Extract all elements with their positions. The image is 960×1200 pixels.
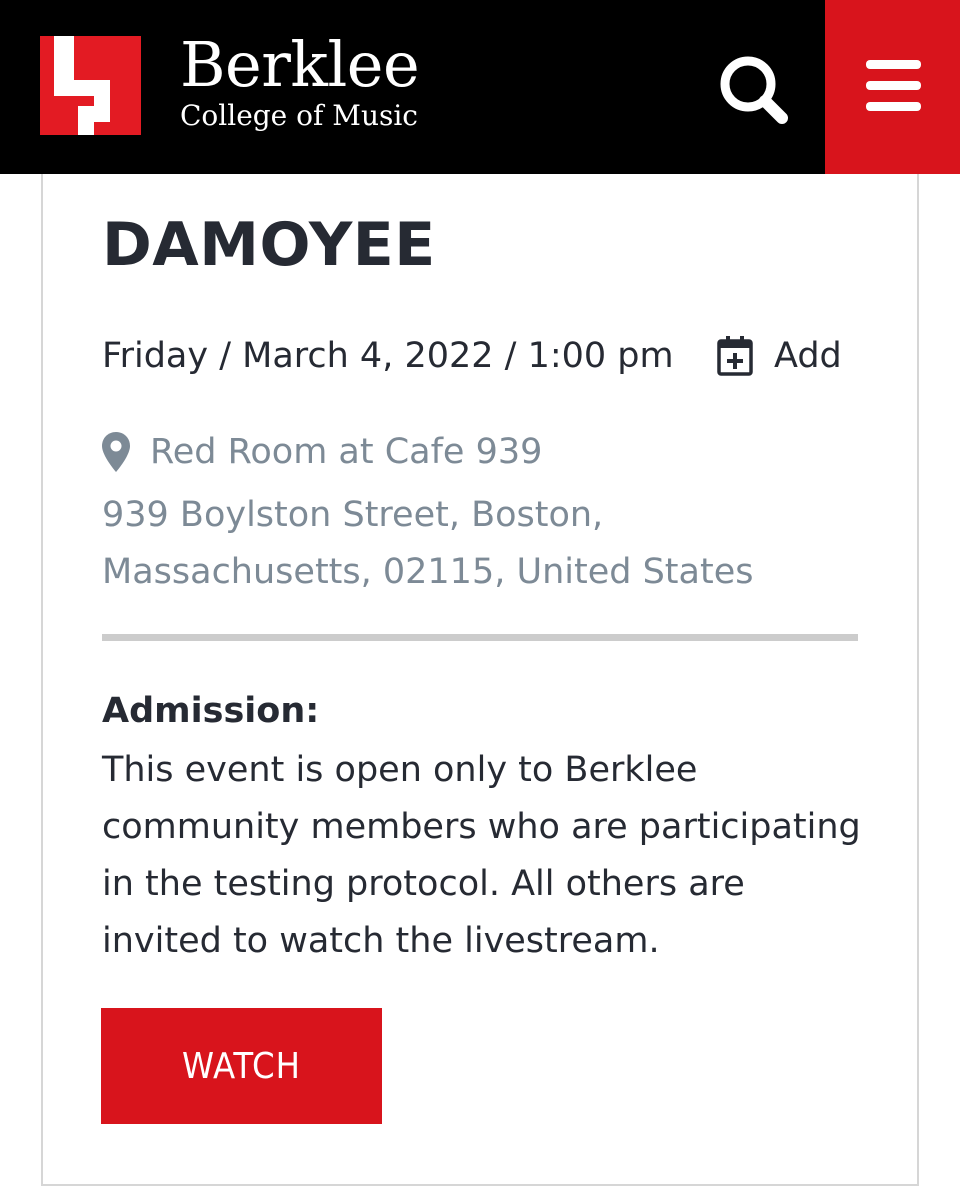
venue-name[interactable]: Red Room at Cafe 939 [150,429,542,475]
brand-subtitle: College of Music [180,99,418,132]
menu-button[interactable] [825,0,960,174]
hamburger-menu-icon [866,60,921,111]
search-button[interactable] [714,48,794,128]
event-title: DAMOYEE [102,210,436,280]
site-header: Berklee College of Music [0,0,960,174]
berklee-logo-icon[interactable] [40,36,141,135]
admission-text: This event is open only to Berklee commu… [102,750,861,961]
search-icon [720,56,788,124]
location-pin-icon [102,432,130,472]
brand-name: Berklee [180,28,420,101]
berklee-wordmark[interactable]: Berklee College of Music [180,28,420,132]
watch-button[interactable]: WATCH [101,1008,382,1124]
admission-heading: Admission: [102,691,320,731]
event-datetime: Friday / March 4, 2022 / 1:00 pm [102,336,674,376]
add-to-calendar-label: Add [774,336,842,376]
section-divider [102,634,858,641]
calendar-add-icon [717,336,753,376]
add-to-calendar-button[interactable]: Add [716,333,842,379]
venue-address[interactable]: 939 Boylston Street, Boston, Massachuset… [102,487,822,601]
